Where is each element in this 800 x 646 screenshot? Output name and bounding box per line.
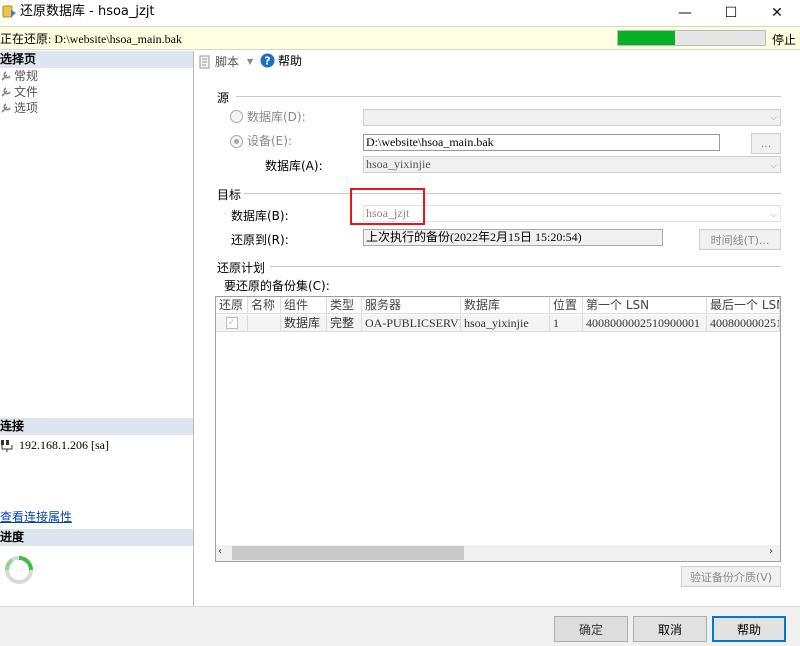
device-radio-label: 设备(E): [247, 134, 292, 148]
device-path-field[interactable]: D:\website\hsoa_main.bak [363, 134, 720, 151]
table-row-restore-cell[interactable]: ✓ [216, 315, 248, 332]
connection-text: 192.168.1.206 [sa] [19, 438, 109, 452]
table-cell-position: 1 [550, 315, 583, 332]
source-divider [236, 96, 781, 97]
column-header[interactable]: 位置 [550, 297, 583, 314]
nav-item-label: 选项 [14, 101, 39, 115]
device-radio[interactable] [230, 135, 243, 148]
horizontal-scrollbar[interactable]: ‹ › [216, 545, 780, 561]
table-cell-database: hsoa_yixinjie [461, 315, 550, 332]
table-cell-name [248, 315, 281, 332]
connection-header: 连接 [0, 418, 193, 435]
column-header[interactable]: 服务器 [362, 297, 461, 314]
stop-button[interactable]: 停止 [772, 31, 796, 48]
nav-item-label: 常规 [14, 69, 39, 83]
wrench-icon [1, 71, 11, 81]
minimize-icon[interactable]: — [662, 0, 708, 26]
chevron-down-icon: ⌵ [770, 209, 777, 219]
toolbar: 脚本 ▼ ? 帮助 [195, 51, 800, 71]
nav-item-label: 文件 [14, 85, 39, 99]
window-title: 还原数据库 - hsoa_jzjt [20, 4, 155, 19]
column-header[interactable]: 第一个 LSN [583, 297, 707, 314]
script-label: 脚本 [215, 55, 240, 69]
restore-progress-fill [618, 31, 676, 45]
column-header[interactable]: 最后一个 LSN [707, 297, 780, 314]
restore-plan-divider [270, 266, 781, 267]
target-database-label: 数据库(B): [231, 209, 289, 223]
table-cell-first-lsn: 4008000002510900001 [583, 315, 707, 332]
help-button[interactable]: 帮助 [712, 616, 786, 642]
target-divider [244, 193, 781, 194]
progress-header: 进度 [0, 529, 193, 546]
title-bar: 还原数据库 - hsoa_jzjt — ☐ ✕ [0, 0, 800, 26]
chevron-down-icon[interactable]: ▼ [247, 57, 253, 66]
ok-button[interactable]: 确定 [554, 616, 628, 642]
highlight-box [350, 188, 425, 225]
checkbox-icon[interactable]: ✓ [225, 317, 238, 329]
script-button[interactable]: 脚本 ▼ [198, 53, 253, 70]
backup-sets-label: 要还原的备份集(C): [224, 279, 330, 293]
table-cell-type: 完整 [327, 315, 362, 332]
spinner-icon [5, 556, 33, 584]
script-icon [199, 55, 210, 68]
left-panel: 选择页 常规 文件 选项 连接 192.168.1.206 [sa] 查看连接属… [0, 51, 194, 606]
chevron-down-icon: ⌵ [770, 113, 777, 123]
scrollbar-thumb[interactable] [232, 546, 464, 560]
source-group-label: 源 [217, 91, 230, 105]
svg-text:?: ? [264, 55, 270, 68]
table-cell-component: 数据库 [281, 315, 327, 332]
nav-item-files[interactable]: 文件 [0, 84, 38, 100]
scroll-left-icon[interactable]: ‹ [218, 546, 222, 557]
view-connection-properties-link[interactable]: 查看连接属性 [0, 508, 72, 525]
column-header[interactable]: 组件 [281, 297, 327, 314]
column-header[interactable]: 数据库 [461, 297, 550, 314]
target-group-label: 目标 [217, 188, 242, 202]
column-header[interactable]: 类型 [327, 297, 362, 314]
database-radio-label: 数据库(D): [247, 110, 306, 124]
source-database-select[interactable]: hsoa_yixinjie ⌵ [363, 156, 781, 173]
cancel-button[interactable]: 取消 [633, 616, 707, 642]
restore-plan-label: 还原计划 [217, 261, 266, 275]
status-text: 正在还原: D:\website\hsoa_main.bak [0, 32, 182, 46]
backup-sets-grid[interactable]: 还原 名称 组件 类型 服务器 数据库 位置 第一个 LSN 最后一个 LSN … [215, 296, 781, 562]
browse-device-button[interactable]: ... [751, 133, 781, 154]
scroll-right-icon[interactable]: › [769, 546, 773, 557]
help-toolbar-button[interactable]: ? 帮助 [260, 52, 302, 69]
chevron-down-icon: ⌵ [770, 160, 777, 170]
select-page-header: 选择页 [0, 51, 193, 68]
source-database-label: 数据库(A): [265, 159, 323, 173]
source-database-combo[interactable]: ⌵ [363, 109, 781, 126]
database-radio[interactable] [230, 110, 243, 123]
source-database-value: hsoa_yixinjie [366, 157, 431, 171]
restore-progress-bar [617, 30, 766, 46]
target-database-combo[interactable]: hsoa_jzjt ⌵ [363, 205, 781, 222]
wrench-icon [1, 87, 11, 97]
maximize-icon[interactable]: ☐ [708, 0, 754, 26]
timeline-button[interactable]: 时间线(T)... [699, 229, 781, 250]
server-connection-icon [1, 439, 13, 452]
nav-item-options[interactable]: 选项 [0, 100, 38, 116]
wrench-icon [1, 103, 11, 113]
help-icon: ? [260, 53, 275, 68]
restore-to-label: 还原到(R): [231, 233, 289, 247]
restore-to-field: 上次执行的备份(2022年2月15日 15:20:54) [363, 229, 663, 246]
table-cell-server: OA-PUBLICSERVIC [362, 315, 461, 332]
close-icon[interactable]: ✕ [754, 0, 800, 26]
column-header[interactable]: 还原 [216, 297, 248, 314]
help-label: 帮助 [278, 54, 303, 68]
verify-backup-media-button[interactable]: 验证备份介质(V) [681, 566, 781, 587]
column-header[interactable]: 名称 [248, 297, 281, 314]
connection-info: 192.168.1.206 [sa] [0, 438, 109, 453]
database-restore-icon [2, 5, 16, 18]
table-cell-last-lsn: 4008000002510900001 [707, 315, 780, 332]
nav-item-general[interactable]: 常规 [0, 68, 38, 84]
